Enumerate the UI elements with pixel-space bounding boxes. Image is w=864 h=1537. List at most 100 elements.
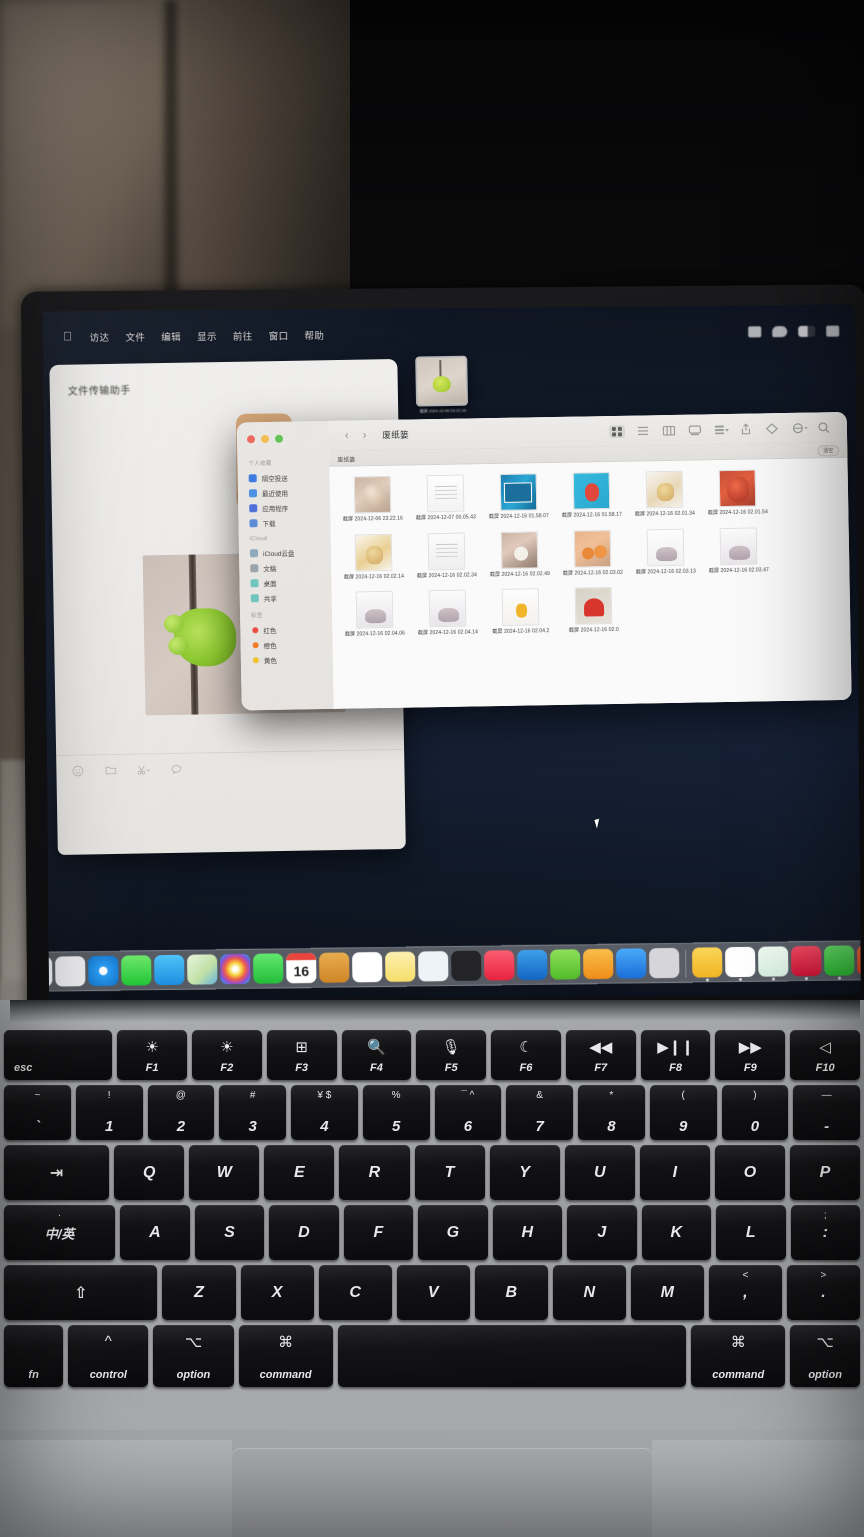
wechat-icon[interactable] xyxy=(823,945,855,980)
file-thumbnail[interactable] xyxy=(499,473,538,511)
key-e[interactable]: E xyxy=(264,1145,335,1200)
key-blank[interactable]: · 中/英 xyxy=(4,1205,116,1260)
sidebar-item-0-3[interactable]: 下载 xyxy=(238,514,330,531)
battery-icon[interactable] xyxy=(798,325,816,337)
video-player-icon[interactable] xyxy=(757,946,789,981)
key-blank[interactable]: ⇥ xyxy=(4,1145,110,1200)
key-b[interactable]: B xyxy=(474,1265,548,1320)
empty-trash-button[interactable]: 清空 xyxy=(817,444,840,456)
file-thumbnail[interactable] xyxy=(574,587,613,625)
key-option[interactable]: ⌥ option xyxy=(790,1325,860,1387)
contacts-icon[interactable] xyxy=(319,952,350,983)
appletv-icon[interactable] xyxy=(451,950,482,982)
sidebar-item-1-1[interactable]: 文稿 xyxy=(239,559,331,576)
photos-icon[interactable] xyxy=(220,953,251,985)
key-esc[interactable]: esc xyxy=(4,1030,113,1080)
trackpad[interactable] xyxy=(232,1448,652,1537)
icon-view-icon[interactable] xyxy=(608,424,626,438)
key-control[interactable]: ^ control xyxy=(68,1325,149,1387)
menu-edit[interactable]: 编辑 xyxy=(153,329,189,343)
sidebar-item-0-0[interactable]: 隔空投送 xyxy=(238,469,330,486)
music-icon[interactable] xyxy=(484,950,515,981)
file-item[interactable]: 截屏 2024-12-16 02.04.14 xyxy=(411,585,485,644)
key-o[interactable]: O xyxy=(714,1145,785,1200)
list-view-icon[interactable] xyxy=(635,424,651,437)
file-thumbnail[interactable] xyxy=(355,590,394,629)
search-icon[interactable] xyxy=(817,421,833,434)
key-f9[interactable]: ▶▶ F9 xyxy=(715,1030,786,1080)
key-n[interactable]: N xyxy=(552,1265,626,1320)
safari-icon[interactable] xyxy=(88,955,119,987)
key-r[interactable]: R xyxy=(339,1145,410,1200)
key-f5[interactable]: 🎙 F5 xyxy=(416,1030,487,1080)
key-a[interactable]: A xyxy=(120,1205,190,1260)
file-item[interactable]: 截屏 2024-12-16 02.03.02 xyxy=(556,525,630,584)
back-button[interactable]: ‹ xyxy=(339,429,355,442)
window-traffic-lights[interactable] xyxy=(237,430,329,454)
column-view-icon[interactable] xyxy=(661,423,677,436)
file-item[interactable]: 截屏 2024-12-16 02.04.06 xyxy=(338,587,412,646)
keynote-icon[interactable] xyxy=(517,949,548,981)
key-w[interactable]: W xyxy=(189,1145,260,1200)
key-1[interactable]: ! 1 xyxy=(75,1085,143,1140)
menu-file[interactable]: 文件 xyxy=(117,330,153,344)
file-thumbnail[interactable] xyxy=(645,470,684,509)
key-z[interactable]: Z xyxy=(162,1265,236,1320)
group-by-icon[interactable] xyxy=(713,422,729,435)
key-4[interactable]: ¥ $ 4 xyxy=(291,1085,358,1140)
file-thumbnail[interactable] xyxy=(427,532,466,570)
file-thumbnail[interactable] xyxy=(354,533,393,571)
chat-bubble-icon[interactable] xyxy=(169,763,184,776)
share-icon[interactable] xyxy=(739,422,755,435)
key-blank[interactable]: >. xyxy=(786,1265,860,1320)
key-blank[interactable]: ;: xyxy=(790,1205,861,1260)
system-settings-icon[interactable] xyxy=(649,947,680,979)
key-8[interactable]: * 8 xyxy=(578,1085,645,1140)
key-f10[interactable]: ◁ F10 xyxy=(790,1030,860,1080)
file-item[interactable]: 截屏 2024-12-16 01.58.17 xyxy=(555,468,629,527)
menu-help[interactable]: 帮助 xyxy=(296,328,332,342)
file-thumbnail[interactable] xyxy=(646,528,685,566)
screenshot-floating-thumbnail[interactable] xyxy=(415,355,469,407)
key-k[interactable]: K xyxy=(641,1205,712,1260)
control-center-icon[interactable] xyxy=(826,325,840,337)
folder-icon[interactable] xyxy=(103,764,118,777)
notes-icon[interactable] xyxy=(385,951,416,982)
maps-icon[interactable] xyxy=(187,954,218,985)
key-f1[interactable]: ☀ F1 xyxy=(117,1030,187,1080)
sidebar-item-1-2[interactable]: 桌面 xyxy=(239,574,331,591)
sidebar-item-0-2[interactable]: 应用程序 xyxy=(238,499,330,516)
key-blank[interactable]: — - xyxy=(793,1085,860,1140)
gallery-view-icon[interactable] xyxy=(687,423,703,436)
finder-sidebar[interactable]: 个人收藏 隔空投送 最近使用 应用程序 下载 iCloud iCloud云盘 文稿 桌面 共享 标签… xyxy=(236,420,334,711)
key-p[interactable]: P xyxy=(789,1145,861,1200)
scissors-icon[interactable] xyxy=(136,763,151,776)
key-f8[interactable]: ▶❙❙ F8 xyxy=(640,1030,711,1080)
key-command[interactable]: ⌘ command xyxy=(691,1325,786,1387)
file-item[interactable]: 截屏 2024-12-16 02.02.14 xyxy=(337,529,411,588)
file-item[interactable]: 截屏 2024-12-16 02.04.2 xyxy=(484,584,558,643)
finder-file-grid[interactable]: 截屏 2024-12-06 23.22.16 截屏 2024-12-07 00.0… xyxy=(329,457,852,709)
key-option[interactable]: ⌥ option xyxy=(153,1325,234,1387)
action-menu-icon[interactable] xyxy=(791,421,808,434)
minimize-icon[interactable] xyxy=(260,434,270,444)
file-item[interactable]: 截屏 2024-12-16 01.58.07 xyxy=(482,469,556,528)
key-h[interactable]: H xyxy=(492,1205,563,1260)
sidebar-item-1-0[interactable]: iCloud云盘 xyxy=(239,544,331,561)
menu-finder[interactable]: 访达 xyxy=(82,330,118,344)
key-l[interactable]: L xyxy=(716,1205,786,1260)
mail-icon[interactable] xyxy=(154,954,185,986)
file-item[interactable]: 截屏 2024-12-07 00.05.43 xyxy=(409,470,483,529)
key-f4[interactable]: 🔍 F4 xyxy=(341,1030,412,1080)
key-s[interactable]: S xyxy=(194,1205,265,1260)
key-t[interactable]: T xyxy=(414,1145,485,1200)
file-thumbnail[interactable] xyxy=(719,526,758,565)
key-blank[interactable]: <, xyxy=(708,1265,782,1320)
key-g[interactable]: G xyxy=(418,1205,488,1260)
key-d[interactable]: D xyxy=(269,1205,339,1260)
key-blank[interactable]: ⇧ xyxy=(4,1265,158,1320)
key-5[interactable]: % 5 xyxy=(362,1085,430,1140)
file-thumbnail[interactable] xyxy=(572,472,611,510)
finder-trash-window[interactable]: 个人收藏 隔空投送 最近使用 应用程序 下载 iCloud iCloud云盘 文稿 桌面 共享 标签… xyxy=(236,411,852,711)
freeform-icon[interactable] xyxy=(418,951,449,982)
